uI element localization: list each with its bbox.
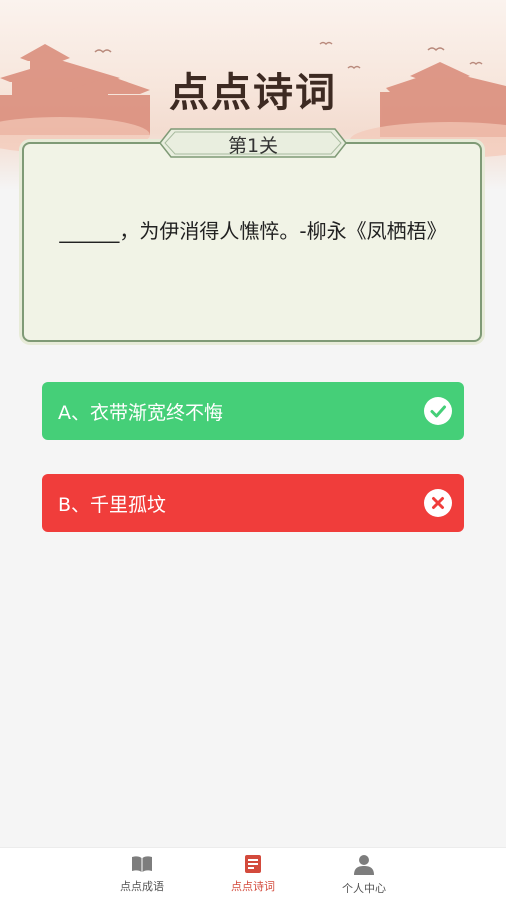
bottom-navigation: 点点成语 点点诗词 个人中心: [0, 847, 506, 901]
notebook-icon: [245, 855, 261, 873]
level-label: 第1关: [227, 135, 279, 157]
level-badge: 第1关: [159, 128, 347, 158]
question-text: ______，为伊消得人憔悴。-柳永《凤栖梧》: [59, 219, 447, 243]
nav-item-poetry[interactable]: 点点诗词: [198, 854, 308, 894]
nav-label-idioms: 点点成语: [120, 880, 164, 893]
close-icon: [424, 489, 452, 517]
user-icon: [354, 855, 374, 875]
page-title: 点点诗词: [169, 70, 337, 116]
nav-label-poetry: 点点诗词: [231, 880, 275, 893]
option-a-label: A、衣带渐宽终不悔: [58, 401, 223, 424]
nav-item-idioms[interactable]: 点点成语: [87, 854, 197, 894]
book-icon: [132, 856, 152, 872]
check-icon: [424, 397, 452, 425]
nav-item-profile[interactable]: 个人中心: [309, 854, 419, 896]
option-a-button[interactable]: A、衣带渐宽终不悔: [42, 382, 464, 440]
option-b-button[interactable]: B、千里孤坟: [42, 474, 464, 532]
nav-label-profile: 个人中心: [342, 882, 386, 895]
option-b-label: B、千里孤坟: [58, 493, 167, 516]
